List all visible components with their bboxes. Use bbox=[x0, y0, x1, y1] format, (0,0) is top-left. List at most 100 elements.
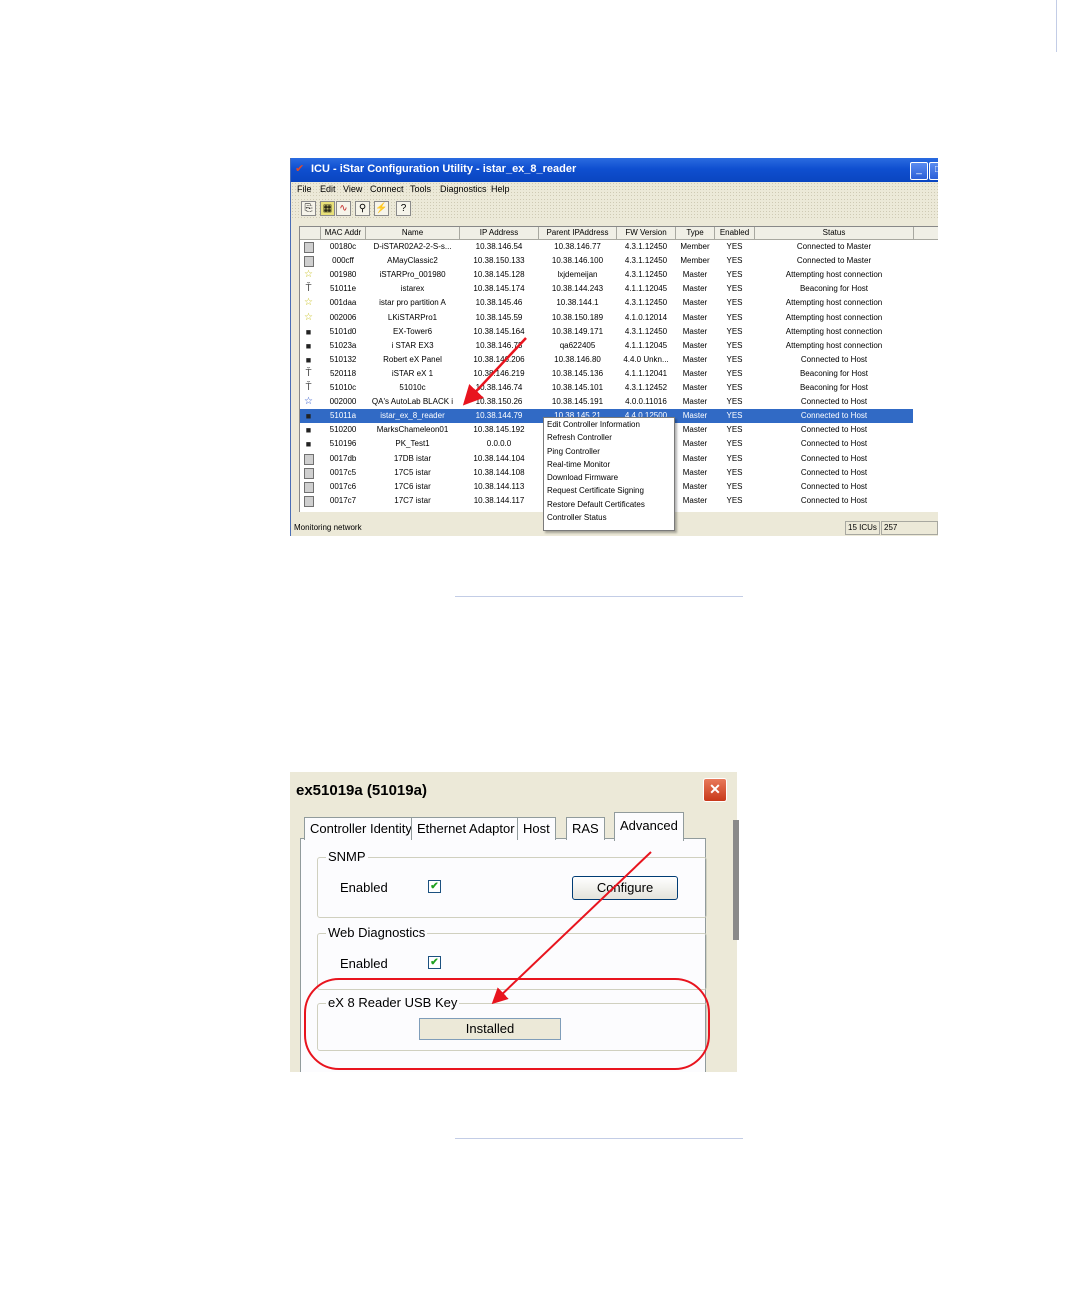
cell-type: Master bbox=[682, 467, 708, 477]
cell-status: Connected to Host bbox=[800, 425, 868, 435]
ctx-request-certificate-signing[interactable]: Request Certificate Signing bbox=[544, 484, 674, 497]
cell-mac: 51023a bbox=[329, 340, 357, 350]
menu-edit[interactable]: Edit bbox=[320, 184, 336, 194]
ctx-restore-default-certificates[interactable]: Restore Default Certificates bbox=[544, 498, 674, 511]
context-menu: Edit Controller Information Refresh Cont… bbox=[543, 417, 675, 531]
col-enabled-header[interactable]: Enabled bbox=[715, 227, 755, 240]
col-fw-header[interactable]: FW Version bbox=[617, 227, 676, 240]
cell-name: QA's AutoLab BLACK i bbox=[371, 397, 454, 407]
cell-parent: lxjdemeijan bbox=[557, 270, 598, 280]
table-row[interactable]: Ť 51010c 51010c 10.38.146.74 10.38.145.101 4.… bbox=[300, 381, 913, 395]
configure-button[interactable]: Configure bbox=[572, 876, 678, 900]
close-icon[interactable]: ✕ bbox=[703, 778, 727, 802]
snmp-enabled-checkbox[interactable]: ✔ bbox=[428, 880, 441, 893]
cell-status: Connected to Host bbox=[800, 354, 868, 364]
cell-mac: 000cff bbox=[332, 256, 354, 266]
snmp-group: SNMP Enabled ✔ Configure bbox=[317, 849, 707, 918]
menu-diagnostics[interactable]: Diagnostics bbox=[440, 184, 487, 194]
usb-key-status-field: Installed bbox=[419, 1018, 561, 1040]
table-row[interactable]: ■ 5101d0 EX-Tower6 10.38.145.164 10.38.149.1… bbox=[300, 325, 913, 339]
cell-parent: qa622405 bbox=[559, 340, 596, 350]
cell-mac: 002006 bbox=[329, 312, 357, 322]
cell-type: Master bbox=[682, 481, 708, 491]
col-type-header[interactable]: Type bbox=[676, 227, 715, 240]
cell-enabled: YES bbox=[726, 425, 743, 435]
cell-ip: 10.38.145.128 bbox=[473, 270, 525, 280]
cell-name: 51010c bbox=[399, 383, 426, 392]
col-mac-header[interactable]: MAC Addr bbox=[321, 227, 366, 240]
dialog-title: ex51019a (51019a) bbox=[296, 782, 427, 799]
tab-host[interactable]: Host bbox=[517, 817, 556, 840]
table-row[interactable]: ☆ 001980 iSTARPro_001980 10.38.145.128 lxjde… bbox=[300, 268, 913, 282]
help-icon[interactable]: ? bbox=[396, 201, 411, 216]
ctx-refresh-controller[interactable]: Refresh Controller bbox=[544, 431, 674, 444]
ctx-download-firmware[interactable]: Download Firmware bbox=[544, 471, 674, 484]
cell-fw: 4.1.1.12045 bbox=[624, 340, 668, 350]
cell-mac: 00180c bbox=[329, 242, 357, 251]
status-icus: 15 ICUs bbox=[845, 521, 880, 535]
menu-connect[interactable]: Connect bbox=[370, 184, 404, 194]
table-row[interactable]: ■ 510132 Robert eX Panel 10.38.146.206 10.38… bbox=[300, 353, 913, 367]
antenna-icon: Ť bbox=[305, 382, 312, 393]
menu-tools[interactable]: Tools bbox=[410, 184, 431, 194]
col-ip-header[interactable]: IP Address bbox=[460, 227, 539, 240]
tab-ras[interactable]: RAS bbox=[566, 817, 605, 840]
dialog-titlebar[interactable]: ex51019a (51019a) bbox=[290, 772, 737, 810]
table-row[interactable]: ■ 51023a i STAR EX3 10.38.146.73 qa622405 4.1… bbox=[300, 339, 913, 353]
ctx-real-time-monitor[interactable]: Real-time Monitor bbox=[544, 458, 674, 471]
cell-mac: 51011e bbox=[329, 284, 357, 294]
table-row[interactable]: 000cff AMayClassic2 10.38.150.133 10.38.146… bbox=[300, 254, 913, 268]
flash-icon[interactable]: ⚡ bbox=[374, 201, 389, 216]
app-icon: ✔ bbox=[295, 163, 305, 175]
cell-parent: 10.38.145.191 bbox=[551, 397, 604, 407]
cell-status: Connected to Host bbox=[800, 411, 868, 421]
table-row[interactable]: 00180c D-iSTAR02A2-2-S-s... 10.38.146.54 10… bbox=[300, 240, 913, 254]
col-name-header[interactable]: Name bbox=[366, 227, 460, 240]
tab-ethernet-adaptor[interactable]: Ethernet Adaptor bbox=[411, 817, 521, 840]
cell-status: Beaconing for Host bbox=[799, 368, 869, 378]
cell-ip: 10.38.145.46 bbox=[475, 298, 523, 308]
cell-enabled: YES bbox=[726, 383, 743, 392]
tab-controller-identity[interactable]: Controller Identity bbox=[304, 817, 418, 840]
grid-icon[interactable]: ▦ bbox=[320, 201, 335, 216]
cell-mac: 0017c6 bbox=[329, 481, 357, 491]
cell-status: Connected to Master bbox=[796, 256, 872, 266]
table-row[interactable]: Ť 51011e istarex 10.38.145.174 10.38.144.243… bbox=[300, 282, 913, 296]
chart-icon[interactable]: ∿ bbox=[336, 201, 351, 216]
cell-name: istar_ex_8_reader bbox=[380, 411, 445, 421]
cell-fw: 4.3.1.12452 bbox=[624, 383, 668, 392]
cell-ip: 10.38.145.192 bbox=[473, 425, 525, 435]
maximize-button[interactable]: □ bbox=[929, 162, 938, 180]
cell-mac: 510200 bbox=[329, 425, 357, 435]
menu-help[interactable]: Help bbox=[491, 184, 510, 194]
minimize-button[interactable]: _ bbox=[910, 162, 928, 180]
menu-file[interactable]: File bbox=[297, 184, 312, 194]
icu-titlebar[interactable]: ✔ ICU - iStar Configuration Utility - is… bbox=[291, 158, 938, 182]
caption-rule-2 bbox=[455, 1138, 743, 1139]
tab-advanced[interactable]: Advanced bbox=[614, 812, 684, 841]
network-icon[interactable]: ⚲ bbox=[355, 201, 370, 216]
table-row[interactable]: ☆ 001daa istar pro partition A 10.38.145.46… bbox=[300, 296, 913, 310]
table-row[interactable]: ☆ 002000 QA's AutoLab BLACK i 10.38.150.26 1… bbox=[300, 395, 913, 409]
table-row[interactable]: Ť 520118 iSTAR eX 1 10.38.146.219 10.38.145.… bbox=[300, 367, 913, 381]
connect-icon[interactable]: ⎘ bbox=[301, 201, 316, 216]
cell-ip: 10.38.145.174 bbox=[473, 284, 525, 294]
cell-name: PK_Test1 bbox=[395, 439, 430, 449]
col-status-header[interactable]: Status bbox=[755, 227, 914, 240]
menu-view[interactable]: View bbox=[343, 184, 362, 194]
table-row[interactable]: ☆ 002006 LKiSTARPro1 10.38.145.59 10.38.150.… bbox=[300, 311, 913, 325]
advanced-panel: SNMP Enabled ✔ Configure Web Diagnostics… bbox=[300, 838, 707, 1072]
web-enabled-checkbox[interactable]: ✔ bbox=[428, 956, 441, 969]
cell-enabled: YES bbox=[726, 326, 743, 336]
cell-name: 17DB istar bbox=[393, 453, 432, 463]
cell-status: Attempting host connection bbox=[785, 326, 883, 336]
cell-type: Master bbox=[682, 397, 708, 407]
cell-name: 17C5 istar bbox=[394, 467, 431, 477]
snmp-enabled-label: Enabled bbox=[340, 880, 388, 895]
ctx-ping-controller[interactable]: Ping Controller bbox=[544, 445, 674, 458]
device-icon bbox=[304, 481, 314, 493]
cell-mac: 0017c5 bbox=[329, 467, 357, 477]
col-parent-header[interactable]: Parent IPAddress bbox=[539, 227, 617, 240]
cell-type: Master bbox=[682, 298, 708, 308]
ctx-edit-controller-information[interactable]: Edit Controller Information bbox=[544, 418, 674, 431]
